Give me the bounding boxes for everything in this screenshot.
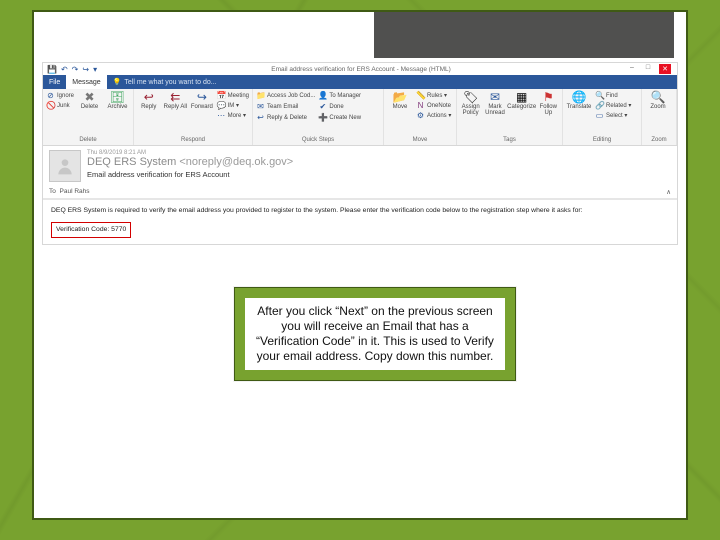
qat-dropdown-icon[interactable]: ▾ (93, 65, 97, 74)
verification-code-text: Verification Code: 5770 (56, 226, 126, 233)
respond-more-button[interactable]: ⋯More ▾ (217, 111, 249, 120)
delete-button[interactable]: ✖Delete (77, 91, 102, 110)
im-button[interactable]: 💬IM ▾ (217, 101, 249, 110)
quickstep-b[interactable]: ✉Team Email (256, 102, 315, 111)
ribbon-tabs: File Message 💡 Tell me what you want to … (43, 75, 677, 89)
translate-button[interactable]: 🌐Translate (566, 91, 592, 110)
close-button[interactable]: ✕ (659, 64, 671, 74)
window-title: Email address verification for ERS Accou… (101, 66, 621, 73)
ignore-button[interactable]: ⊘Ignore (46, 91, 74, 100)
subject-line: Email address verification for ERS Accou… (87, 170, 671, 179)
to-value: Paul Rahs (60, 188, 90, 195)
actions-button[interactable]: ⚙Actions ▾ (416, 111, 451, 120)
categorize-button[interactable]: ▦Categorize (509, 91, 535, 110)
outlook-window: 💾 ↶ ↷ ↪ ▾ Email address verification for… (42, 62, 678, 245)
group-label-quicksteps: Quick Steps (253, 137, 383, 145)
lightbulb-icon: 💡 (113, 78, 122, 86)
move-button[interactable]: 📂Move (387, 91, 413, 110)
forward-icon[interactable]: ↪ (82, 65, 89, 74)
body-text: DEQ ERS System is required to verify the… (51, 206, 669, 216)
tab-file[interactable]: File (43, 75, 66, 89)
quickstep-f[interactable]: ➕Create New (318, 113, 361, 122)
redo-icon[interactable]: ↷ (72, 65, 79, 74)
maximize-button[interactable]: □ (643, 64, 653, 74)
group-label-respond: Respond (134, 137, 252, 145)
quickstep-a[interactable]: 📁Access Job Cod... (256, 91, 315, 100)
group-label-tags: Tags (457, 137, 562, 145)
slide-frame: 💾 ↶ ↷ ↪ ▾ Email address verification for… (32, 10, 688, 520)
tab-message[interactable]: Message (66, 75, 106, 89)
meeting-button[interactable]: 📅Meeting (217, 91, 249, 100)
tell-me-search[interactable]: 💡 Tell me what you want to do... (107, 75, 223, 89)
quickstep-e[interactable]: ✔Done (318, 102, 361, 111)
minimize-button[interactable]: – (627, 64, 637, 74)
title-band (374, 12, 674, 58)
message-header: Thu 8/9/2019 8:21 AM DEQ ERS System <nor… (43, 146, 677, 186)
to-label: To (49, 188, 56, 195)
related-button[interactable]: 🔗Related ▾ (595, 101, 631, 110)
instruction-callout: After you click “Next” on the previous s… (234, 287, 516, 381)
from-email: <noreply@deq.ok.gov> (179, 156, 293, 168)
zoom-button[interactable]: 🔍Zoom (645, 91, 671, 110)
ribbon: ⊘Ignore 🚫Junk ✖Delete 🗄Archive Delete ↩R… (43, 89, 677, 146)
reply-button[interactable]: ↩Reply (137, 91, 161, 110)
instruction-text: After you click “Next” on the previous s… (245, 298, 505, 370)
forward-button[interactable]: ↪Forward (190, 91, 214, 110)
quickstep-c[interactable]: ↩Reply & Delete (256, 113, 315, 122)
group-label-delete: Delete (43, 137, 133, 145)
onenote-button[interactable]: NOneNote (416, 101, 451, 110)
reply-all-button[interactable]: ⇇Reply All (164, 91, 188, 110)
message-body: DEQ ERS System is required to verify the… (43, 200, 677, 244)
quickstep-d[interactable]: 👤To Manager (318, 91, 361, 100)
undo-icon[interactable]: ↶ (61, 65, 68, 74)
header-collapse-icon[interactable]: ∧ (666, 188, 671, 196)
junk-button[interactable]: 🚫Junk (46, 101, 74, 110)
from-name: DEQ ERS System (87, 156, 176, 168)
rules-button[interactable]: 📏Rules ▾ (416, 91, 451, 100)
find-button[interactable]: 🔍Find (595, 91, 631, 100)
group-label-editing: Editing (563, 137, 641, 145)
group-label-move: Move (384, 137, 456, 145)
verification-code-highlight: Verification Code: 5770 (51, 222, 131, 238)
follow-up-button[interactable]: ⚑Follow Up (538, 91, 559, 116)
tell-me-placeholder: Tell me what you want to do... (124, 79, 216, 86)
select-button[interactable]: ▭Select ▾ (595, 111, 631, 120)
group-label-zoom: Zoom (642, 137, 676, 145)
sender-avatar (49, 150, 81, 182)
title-bar: 💾 ↶ ↷ ↪ ▾ Email address verification for… (43, 63, 677, 75)
from-line: DEQ ERS System <noreply@deq.ok.gov> (87, 156, 671, 168)
save-icon[interactable]: 💾 (47, 65, 57, 74)
to-field: To Paul Rahs (49, 188, 90, 196)
assign-policy-button[interactable]: 🏷Assign Policy (460, 91, 481, 116)
quick-access-toolbar: 💾 ↶ ↷ ↪ ▾ (43, 65, 101, 74)
mark-unread-button[interactable]: ✉Mark Unread (484, 91, 505, 116)
archive-button[interactable]: 🗄Archive (105, 91, 130, 110)
